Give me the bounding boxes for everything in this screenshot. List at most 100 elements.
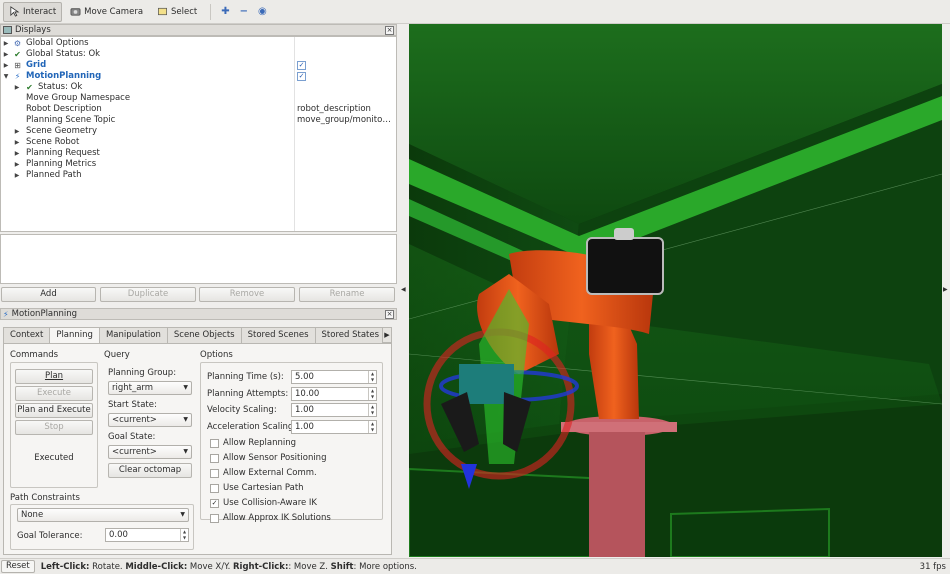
remove-display-button[interactable]: Remove bbox=[199, 287, 295, 302]
expand-arrow-icon[interactable]: ▶ bbox=[2, 60, 10, 71]
checkbox-label: Allow Sensor Positioning bbox=[223, 453, 327, 463]
collapse-left-panel-icon[interactable]: ◀ bbox=[401, 286, 406, 293]
spin-arrows-icon[interactable]: ▲ ▼ bbox=[368, 421, 376, 433]
planning-time-input[interactable]: 5.00 ▲ ▼ bbox=[291, 370, 377, 384]
start-state-select[interactable]: <current> ▼ bbox=[108, 413, 192, 427]
planning-time-value: 5.00 bbox=[295, 372, 314, 382]
allow-replanning-checkbox[interactable]: Allow Replanning bbox=[210, 438, 296, 449]
tree-row-motion-planning[interactable]: ▼ ⚡ MotionPlanning ✓ bbox=[1, 71, 396, 82]
tree-row-robot-description[interactable]: Robot Description robot_description bbox=[1, 104, 396, 115]
tree-row-status[interactable]: ▶ ✔ Status: Ok bbox=[1, 82, 396, 93]
tree-value[interactable]: move_group/monitor… bbox=[297, 115, 394, 126]
grid-icon: ⊞ bbox=[14, 61, 21, 70]
acceleration-scaling-label: Acceleration Scaling: bbox=[207, 422, 297, 432]
close-icon[interactable]: × bbox=[385, 26, 394, 35]
displays-title: Displays bbox=[15, 25, 51, 35]
displays-button-row: Add Duplicate Remove Rename bbox=[0, 287, 397, 303]
interact-label: Interact bbox=[23, 6, 57, 17]
plan-button[interactable]: Plan bbox=[15, 369, 93, 384]
3d-viewport[interactable] bbox=[409, 24, 942, 557]
chevron-down-icon: ▼ bbox=[183, 416, 188, 423]
tab-stored-states[interactable]: Stored States bbox=[314, 327, 387, 343]
checkbox-box bbox=[210, 454, 219, 463]
expand-arrow-icon[interactable]: ▶ bbox=[13, 148, 21, 159]
tree-row-planned-path[interactable]: ▶ Planned Path bbox=[1, 170, 396, 181]
collapse-right-panel-icon[interactable]: ▶ bbox=[943, 286, 948, 293]
tree-row-scene-robot[interactable]: ▶ Scene Robot bbox=[1, 137, 396, 148]
velocity-scaling-value: 1.00 bbox=[295, 405, 314, 415]
acceleration-scaling-value: 1.00 bbox=[295, 422, 314, 432]
tab-scene-objects[interactable]: Scene Objects bbox=[166, 327, 242, 343]
tree-row-grid[interactable]: ▶ ⊞ Grid ✓ bbox=[1, 60, 396, 71]
help-shift: Shift bbox=[330, 561, 354, 572]
expand-arrow-icon[interactable]: ▶ bbox=[13, 137, 21, 148]
tree-row-global-status[interactable]: ▶ ✔ Global Status: Ok bbox=[1, 49, 396, 60]
motion-planning-enabled-checkbox[interactable]: ✓ bbox=[297, 72, 306, 81]
duplicate-display-button[interactable]: Duplicate bbox=[100, 287, 196, 302]
allow-external-comm-checkbox[interactable]: Allow External Comm. bbox=[210, 468, 317, 479]
view-options-icon[interactable]: ◉ bbox=[258, 6, 267, 17]
tree-row-planning-metrics[interactable]: ▶ Planning Metrics bbox=[1, 159, 396, 170]
add-display-button[interactable]: Add bbox=[1, 287, 96, 302]
tree-label: Planning Metrics bbox=[26, 159, 97, 169]
stop-button[interactable]: Stop bbox=[15, 420, 93, 435]
planning-group-select[interactable]: right_arm ▼ bbox=[108, 381, 192, 395]
expand-arrow-icon[interactable]: ▶ bbox=[2, 38, 10, 49]
tab-context[interactable]: Context bbox=[3, 327, 51, 343]
grid-enabled-checkbox[interactable]: ✓ bbox=[297, 61, 306, 70]
planning-attempts-input[interactable]: 10.00 ▲ ▼ bbox=[291, 387, 377, 401]
spin-arrows-icon[interactable]: ▲ ▼ bbox=[180, 529, 188, 541]
close-icon[interactable]: × bbox=[385, 310, 394, 319]
tab-scroll-right-icon[interactable]: ▶ bbox=[382, 327, 392, 343]
tree-row-scene-geometry[interactable]: ▶ Scene Geometry bbox=[1, 126, 396, 137]
reset-button[interactable]: Reset bbox=[1, 560, 35, 573]
tab-stored-scenes[interactable]: Stored Scenes bbox=[240, 327, 316, 343]
path-constraints-select[interactable]: None ▼ bbox=[17, 508, 189, 522]
add-tool-icon[interactable]: ✚ bbox=[221, 6, 229, 17]
expand-arrow-icon[interactable]: ▶ bbox=[13, 159, 21, 170]
toolbar-separator bbox=[210, 3, 212, 20]
expand-arrow-icon[interactable]: ▶ bbox=[13, 82, 21, 93]
spin-arrows-icon[interactable]: ▲ ▼ bbox=[368, 371, 376, 383]
spin-arrows-icon[interactable]: ▲ ▼ bbox=[368, 388, 376, 400]
expand-arrow-icon[interactable]: ▶ bbox=[13, 126, 21, 137]
goal-tolerance-input[interactable]: 0.00 ▲ ▼ bbox=[105, 528, 189, 542]
tab-planning[interactable]: Planning bbox=[49, 327, 100, 344]
velocity-scaling-input[interactable]: 1.00 ▲ ▼ bbox=[291, 403, 377, 417]
use-cartesian-path-checkbox[interactable]: Use Cartesian Path bbox=[210, 483, 304, 494]
tree-row-planning-scene-topic[interactable]: Planning Scene Topic move_group/monitor… bbox=[1, 115, 396, 126]
head-camera bbox=[614, 228, 634, 240]
tree-label: Move Group Namespace bbox=[26, 93, 131, 103]
execute-button[interactable]: Execute bbox=[15, 386, 93, 401]
tree-row-planning-request[interactable]: ▶ Planning Request bbox=[1, 148, 396, 159]
tab-manipulation[interactable]: Manipulation bbox=[98, 327, 168, 343]
select-tool-button[interactable]: Select bbox=[151, 2, 203, 22]
interact-tool-button[interactable]: Interact bbox=[3, 1, 63, 22]
remove-tool-icon[interactable]: − bbox=[240, 6, 248, 17]
monitor-icon bbox=[3, 26, 12, 34]
spin-arrows-icon[interactable]: ▲ ▼ bbox=[368, 404, 376, 416]
expand-arrow-icon[interactable]: ▶ bbox=[2, 49, 10, 60]
use-collision-aware-ik-checkbox[interactable]: ✓ Use Collision-Aware IK bbox=[210, 498, 317, 509]
tree-row-move-group-namespace[interactable]: Move Group Namespace bbox=[1, 93, 396, 104]
help-left-click: Left-Click: bbox=[40, 561, 90, 572]
clear-octomap-button[interactable]: Clear octomap bbox=[108, 463, 192, 478]
acceleration-scaling-input[interactable]: 1.00 ▲ ▼ bbox=[291, 420, 377, 434]
tree-row-global-options[interactable]: ▶ ⚙ Global Options bbox=[1, 38, 396, 49]
expand-arrow-icon[interactable]: ▶ bbox=[13, 170, 21, 181]
move-camera-tool-button[interactable]: Move Camera bbox=[64, 2, 149, 22]
select-label: Select bbox=[171, 6, 198, 17]
plan-and-execute-button[interactable]: Plan and Execute bbox=[15, 403, 93, 418]
pedestal bbox=[589, 426, 645, 557]
checkbox-label: Use Cartesian Path bbox=[223, 483, 304, 493]
path-constraints-group: None ▼ Goal Tolerance: 0.00 ▲ ▼ bbox=[10, 504, 194, 550]
checkbox-label: Allow Replanning bbox=[223, 438, 297, 448]
allow-sensor-positioning-checkbox[interactable]: Allow Sensor Positioning bbox=[210, 453, 326, 464]
help-middle-click: Middle-Click: bbox=[125, 561, 188, 572]
goal-state-select[interactable]: <current> ▼ bbox=[108, 445, 192, 459]
allow-approx-ik-checkbox[interactable]: Allow Approx IK Solutions bbox=[210, 513, 331, 524]
tree-value[interactable]: robot_description bbox=[297, 104, 394, 115]
collapse-arrow-icon[interactable]: ▼ bbox=[2, 71, 10, 82]
checkbox-box bbox=[210, 469, 219, 478]
rename-display-button[interactable]: Rename bbox=[299, 287, 395, 302]
